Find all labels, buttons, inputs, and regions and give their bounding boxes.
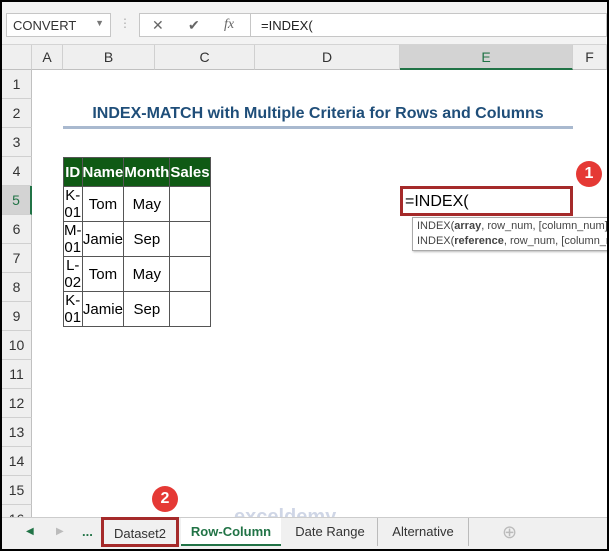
chevron-down-icon[interactable]: ▼ [95, 18, 104, 28]
sheet-tab-bar: ◀ ▶ ... Dataset2 Row-Column Date Range A… [2, 517, 607, 549]
row-header-15[interactable]: 15 [2, 476, 32, 505]
table-header-row: ID Name Month Sales [63, 157, 211, 187]
row-header-8[interactable]: 8 [2, 273, 32, 302]
row-header-9[interactable]: 9 [2, 302, 32, 331]
column-header-f[interactable]: F [573, 45, 607, 70]
table-row: M-01 Jamie Sep [63, 221, 211, 257]
data-table: ID Name Month Sales K-01 Tom May M-01 Jamie… [63, 157, 211, 327]
row-header-5[interactable]: 5 [2, 186, 32, 215]
row-header-11[interactable]: 11 [2, 360, 32, 389]
cell[interactable]: May [123, 256, 171, 292]
tooltip-line-array[interactable]: INDEX(array, row_num, [column_num]) [417, 219, 607, 234]
tip-text: INDEX( [417, 235, 455, 247]
name-box-value: CONVERT [13, 18, 77, 33]
row-header-13[interactable]: 13 [2, 418, 32, 447]
cell[interactable]: K-01 [63, 291, 83, 327]
tip-text: , row_num, [column_num], [area_num]) [503, 235, 607, 247]
cell[interactable]: K-01 [63, 186, 83, 222]
row-header-6[interactable]: 6 [2, 215, 32, 244]
tip-text: INDEX( [417, 220, 455, 232]
tab-row-column[interactable]: Row-Column [181, 518, 281, 546]
header-sales[interactable]: Sales [169, 157, 211, 187]
formula-buttons: ✕ ✔ fx [139, 13, 251, 37]
step-badge-2: 2 [152, 486, 178, 512]
cell[interactable]: Sep [123, 291, 171, 327]
cell[interactable] [169, 291, 211, 327]
cell[interactable]: L-02 [63, 256, 83, 292]
row-header-3[interactable]: 3 [2, 128, 32, 157]
header-id[interactable]: ID [63, 157, 83, 187]
row-header-12[interactable]: 12 [2, 389, 32, 418]
row-header-14[interactable]: 14 [2, 447, 32, 476]
active-cell-e5[interactable]: =INDEX( [400, 186, 573, 216]
tab-dataset2[interactable]: Dataset2 [101, 517, 179, 547]
table-row: L-02 Tom May [63, 256, 211, 292]
cell[interactable]: Jamie [81, 221, 125, 257]
cell[interactable] [169, 186, 211, 222]
formula-bar: CONVERT ▼ ⋮ ✕ ✔ fx =INDEX( [2, 2, 607, 45]
cell[interactable]: May [123, 186, 171, 222]
column-header-a[interactable]: A [32, 45, 63, 70]
column-header-d[interactable]: D [255, 45, 400, 70]
scroll-left-icon[interactable]: ◀ [26, 518, 34, 546]
cancel-icon[interactable]: ✕ [152, 17, 164, 34]
select-all-corner[interactable] [2, 45, 32, 70]
header-month[interactable]: Month [123, 157, 171, 187]
table-row: K-01 Jamie Sep [63, 291, 211, 327]
row-header-4[interactable]: 4 [2, 157, 32, 186]
row-header-10[interactable]: 10 [2, 331, 32, 360]
cell[interactable] [169, 221, 211, 257]
cell[interactable]: Jamie [81, 291, 125, 327]
cell[interactable]: Sep [123, 221, 171, 257]
excel-window: CONVERT ▼ ⋮ ✕ ✔ fx =INDEX( A B C D E F 12… [2, 2, 607, 549]
tab-alternative[interactable]: Alternative [378, 518, 469, 546]
row-header-7[interactable]: 7 [2, 244, 32, 273]
header-name[interactable]: Name [81, 157, 125, 187]
cell[interactable]: Tom [81, 186, 125, 222]
more-sheets-button[interactable]: ... [82, 518, 93, 546]
formula-input[interactable]: =INDEX( [250, 13, 607, 37]
step-badge-1: 1 [576, 161, 602, 187]
cell[interactable]: M-01 [63, 221, 83, 257]
tooltip-line-reference[interactable]: INDEX(reference, row_num, [column_num], … [417, 234, 607, 249]
tip-arg: array [454, 220, 482, 232]
scroll-right-icon[interactable]: ▶ [56, 518, 64, 546]
column-header-b[interactable]: B [63, 45, 155, 70]
cell[interactable]: Tom [81, 256, 125, 292]
enter-icon[interactable]: ✔ [188, 17, 200, 34]
tip-arg: reference [454, 235, 504, 247]
row-header-2[interactable]: 2 [2, 99, 32, 128]
tab-date-range[interactable]: Date Range [283, 518, 378, 546]
column-header-c[interactable]: C [155, 45, 255, 70]
add-sheet-icon[interactable]: ⊕ [502, 518, 517, 546]
drag-handle-icon[interactable]: ⋮ [119, 16, 131, 30]
row-header-1[interactable]: 1 [2, 70, 32, 99]
table-row: K-01 Tom May [63, 186, 211, 222]
cell[interactable] [169, 256, 211, 292]
sheet-title: INDEX-MATCH with Multiple Criteria for R… [63, 100, 573, 129]
name-box[interactable]: CONVERT ▼ [6, 13, 111, 37]
function-tooltip: INDEX(array, row_num, [column_num]) INDE… [412, 217, 607, 251]
fx-icon[interactable]: fx [224, 17, 234, 33]
column-header-e[interactable]: E [400, 45, 573, 70]
tip-text: , row_num, [column_num]) [481, 220, 607, 232]
